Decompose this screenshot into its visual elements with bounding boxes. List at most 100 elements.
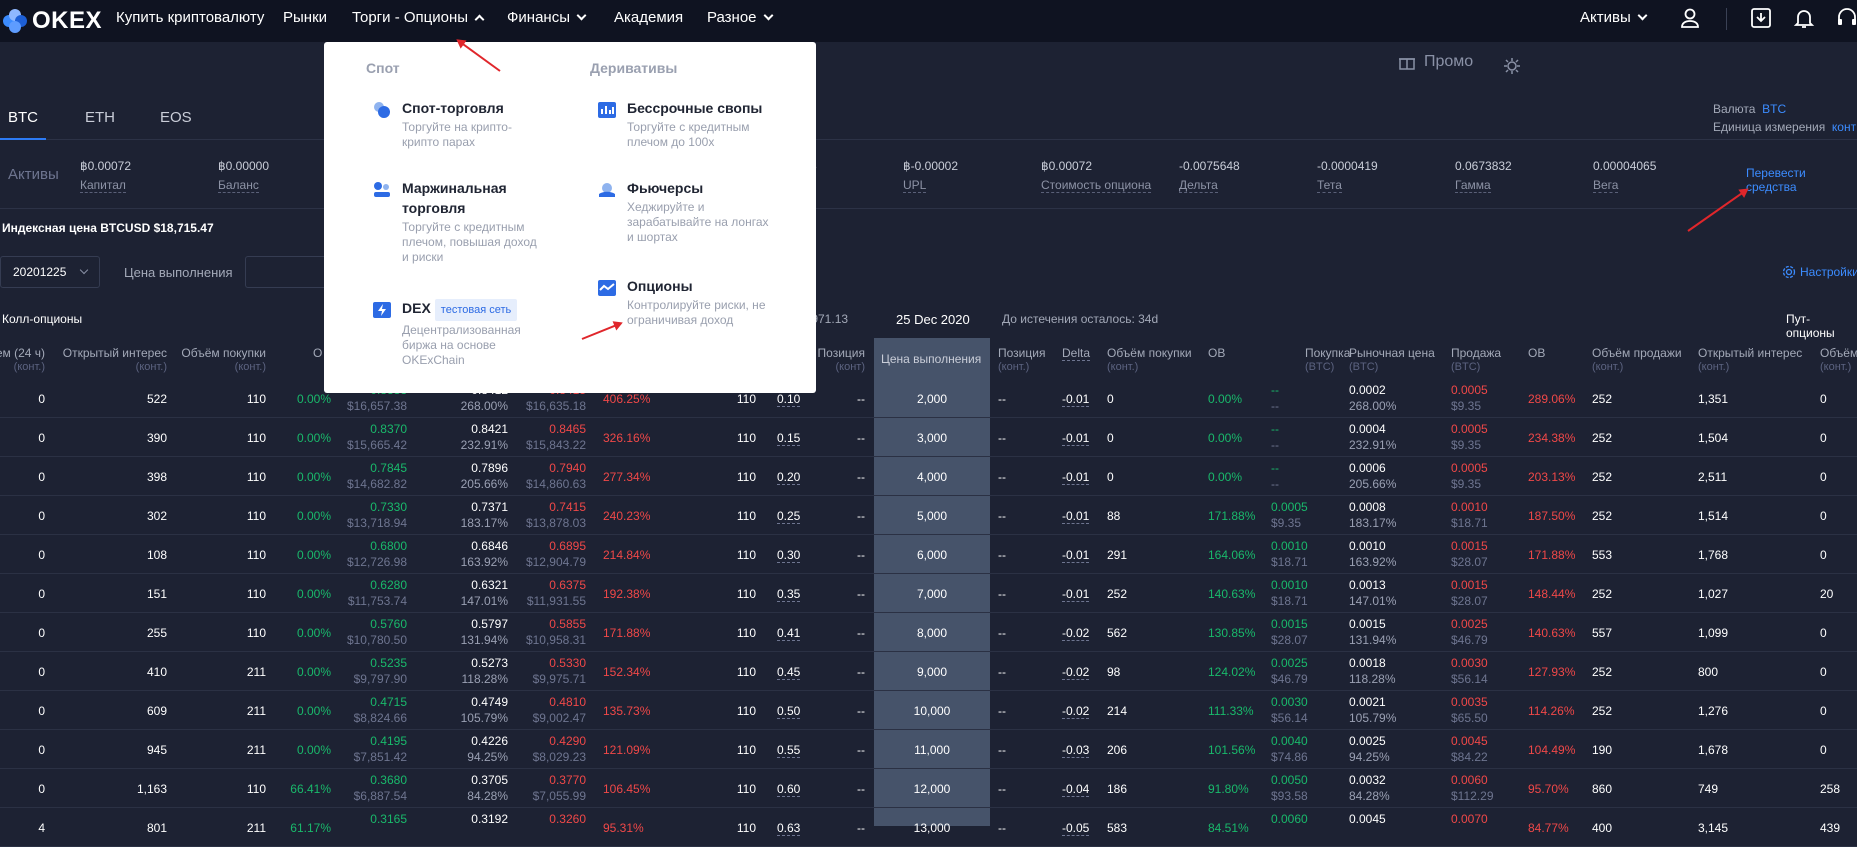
cell-p-mark[interactable]: 0.0013 147.01% <box>1349 577 1396 609</box>
download-icon[interactable] <box>1749 6 1773 30</box>
cell-bid[interactable]: 0.6280 $11,753.74 <box>348 577 407 609</box>
cell-ask[interactable]: 0.4810 $9,002.47 <box>533 694 586 726</box>
menu-item-dex[interactable]: DEX тестовая сеть Децентрализованная биржа… <box>373 298 521 368</box>
cell-p-ask[interactable]: 0.0005 $9.35 <box>1451 382 1488 414</box>
nav-more[interactable]: Разное <box>707 0 773 42</box>
nav-markets[interactable]: Рынки <box>283 0 327 42</box>
cell-p-mark[interactable]: 0.0004 232.91% <box>1349 421 1396 453</box>
cell-bid[interactable]: 0.5235 $9,797.90 <box>354 655 407 687</box>
cell-mark[interactable]: 0.8421 232.91% <box>461 421 508 453</box>
strike-filter-input[interactable] <box>245 256 325 288</box>
cell-p-ask[interactable]: 0.0015 $28.07 <box>1451 538 1488 570</box>
cell-p-mark[interactable]: 0.0045 <box>1349 811 1386 827</box>
cell-bid[interactable]: 0.4715 $8,824.66 <box>354 694 407 726</box>
promo-link[interactable]: Промо <box>1398 53 1473 71</box>
cell-ask[interactable]: 0.6895 $12,904.79 <box>526 538 586 570</box>
expiry-date-select[interactable]: 20201225 <box>0 256 100 288</box>
cell-strike[interactable]: 8,000 <box>874 626 990 640</box>
cell-ask[interactable]: 0.5330 $9,975.71 <box>533 655 586 687</box>
menu-item-margin-trading[interactable]: Маржинальная торговля Торгуйте с кредитны… <box>374 178 537 265</box>
cell-p-bid[interactable]: 0.0005 $9.35 <box>1271 499 1308 531</box>
table-row[interactable]: 0 410 211 0.00% 110 -- -- -0.02 98 124.02% 127.93%… <box>0 652 1857 691</box>
cell-p-bid[interactable]: 0.0010 $18.71 <box>1271 577 1308 609</box>
cell-p-bid[interactable]: 0.0015 $28.07 <box>1271 616 1308 648</box>
cell-p-mark[interactable]: 0.0018 118.28% <box>1349 655 1395 687</box>
cell-bid[interactable]: 0.4195 $7,851.42 <box>354 733 407 765</box>
cell-p-bid[interactable]: -- -- <box>1271 421 1279 453</box>
nav-buy-crypto[interactable]: Купить криптовалюту <box>116 0 264 42</box>
bell-icon[interactable] <box>1792 6 1816 30</box>
cell-mark[interactable]: 0.5797 131.94% <box>461 616 508 648</box>
cell-p-bid[interactable]: -- -- <box>1271 382 1279 414</box>
cell-p-bid[interactable]: 0.0025 $46.79 <box>1271 655 1308 687</box>
cell-p-mark[interactable]: 0.0021 105.79% <box>1349 694 1396 726</box>
user-icon[interactable] <box>1678 6 1702 30</box>
table-row[interactable]: 0 255 110 0.00% 110 -- -- -0.02 562 130.85% 140.63… <box>0 613 1857 652</box>
cell-p-mark[interactable]: 0.0008 183.17% <box>1349 499 1396 531</box>
table-row[interactable]: 0 522 110 0.00% 110 -- -- -0.01 0 0.00% 289.06% 252… <box>0 379 1857 418</box>
cell-ask[interactable]: 0.5855 $10,958.31 <box>526 616 586 648</box>
cell-p-ask[interactable]: 0.0030 $56.14 <box>1451 655 1488 687</box>
cell-p-mark[interactable]: 0.0010 163.92% <box>1349 538 1396 570</box>
table-row[interactable]: 0 1,163 110 66.41% 110 -- -- -0.04 186 91.80% 95.7… <box>0 769 1857 808</box>
menu-item-futures[interactable]: Фьючерсы Хеджируйте и зарабатывайте на ло… <box>599 178 769 245</box>
unit-value[interactable]: конт <box>1832 120 1856 134</box>
cell-mark[interactable]: 0.6321 147.01% <box>461 577 508 609</box>
cell-p-bid[interactable]: 0.0050 $93.58 <box>1271 772 1308 804</box>
cell-mark[interactable]: 0.4749 105.79% <box>461 694 508 726</box>
settings-button[interactable]: Настройки <box>1782 265 1857 279</box>
table-row[interactable]: 0 151 110 0.00% 110 -- -- -0.01 252 140.63% 148.44… <box>0 574 1857 613</box>
sun-theme-icon[interactable] <box>1503 57 1521 75</box>
cell-bid[interactable]: 0.7330 $13,718.94 <box>347 499 407 531</box>
cell-bid[interactable]: 0.7845 $14,682.82 <box>347 460 407 492</box>
cell-p-ask[interactable]: 0.0005 $9.35 <box>1451 421 1488 453</box>
menu-item-options[interactable]: Опционы Контролируйте риски, не ограничив… <box>598 276 766 328</box>
table-row[interactable]: 0 609 211 0.00% 110 -- -- -0.02 214 111.33% 114.26… <box>0 691 1857 730</box>
cell-strike[interactable]: 4,000 <box>874 470 990 484</box>
cell-p-bid[interactable]: -- -- <box>1271 460 1279 492</box>
cell-p-ask[interactable]: 0.0045 $84.22 <box>1451 733 1488 765</box>
cell-mark[interactable]: 0.3705 84.28% <box>467 772 508 804</box>
nav-trade-options[interactable]: Торги - Опционы <box>352 0 485 42</box>
cell-strike[interactable]: 12,000 <box>874 782 990 796</box>
tab-btc[interactable]: BTC <box>0 106 46 140</box>
cell-ask[interactable]: 0.3770 $7,055.99 <box>533 772 586 804</box>
cell-p-ask[interactable]: 0.0015 $28.07 <box>1451 577 1488 609</box>
cell-p-ask[interactable]: 0.0005 $9.35 <box>1451 460 1488 492</box>
table-row[interactable]: 4 801 211 61.17% 110 -- -- -0.05 583 84.51% 84.77%… <box>0 808 1857 847</box>
table-row[interactable]: 0 302 110 0.00% 110 -- -- -0.01 88 171.88% 187.50%… <box>0 496 1857 535</box>
cell-p-bid[interactable]: 0.0030 $56.14 <box>1271 694 1308 726</box>
cell-bid[interactable]: 0.6800 $12,726.98 <box>347 538 407 570</box>
cell-ask[interactable]: 0.7940 $14,860.63 <box>526 460 586 492</box>
cell-mark[interactable]: 0.7371 183.17% <box>461 499 508 531</box>
nav-assets[interactable]: Активы <box>1580 0 1648 42</box>
cell-ask[interactable]: 0.4290 $8,029.23 <box>533 733 586 765</box>
cell-strike[interactable]: 2,000 <box>874 392 990 406</box>
tab-eos[interactable]: EOS <box>160 106 192 140</box>
headset-icon[interactable] <box>1835 6 1857 30</box>
cell-strike[interactable]: 3,000 <box>874 431 990 445</box>
cell-p-mark[interactable]: 0.0006 205.66% <box>1349 460 1396 492</box>
table-row[interactable]: 0 945 211 0.00% 110 -- -- -0.03 206 101.56% 104.49… <box>0 730 1857 769</box>
menu-item-perpetual-swaps[interactable]: Бессрочные свопы Торгуйте с кредитным пле… <box>598 98 762 150</box>
cell-strike[interactable]: 10,000 <box>874 704 990 718</box>
cell-p-ask[interactable]: 0.0060 $112.29 <box>1451 772 1494 804</box>
cell-strike[interactable]: 11,000 <box>874 743 990 757</box>
cell-p-ask[interactable]: 0.0035 $65.50 <box>1451 694 1488 726</box>
cell-ask[interactable]: 0.7415 $13,878.03 <box>526 499 586 531</box>
cell-mark[interactable]: 0.5273 118.28% <box>462 655 508 687</box>
cell-strike[interactable]: 13,000 <box>874 821 990 835</box>
nav-finance[interactable]: Финансы <box>507 0 587 42</box>
transfer-funds-link[interactable]: Перевести средства <box>1746 166 1857 194</box>
menu-item-spot-trading[interactable]: Спот-торговля Торгуйте на крипто-крипто … <box>374 98 512 150</box>
cell-p-bid[interactable]: 0.0060 <box>1271 811 1308 827</box>
cell-ask[interactable]: 0.8465 $15,843.22 <box>526 421 586 453</box>
cell-mark[interactable]: 0.3192 <box>471 811 508 827</box>
tab-eth[interactable]: ETH <box>85 106 115 140</box>
cell-mark[interactable]: 0.7896 205.66% <box>461 460 508 492</box>
cell-p-bid[interactable]: 0.0010 $18.71 <box>1271 538 1308 570</box>
cell-strike[interactable]: 9,000 <box>874 665 990 679</box>
cell-bid[interactable]: 0.3680 $6,887.54 <box>354 772 407 804</box>
table-row[interactable]: 0 398 110 0.00% 110 -- -- -0.01 0 0.00% 203.13% 252… <box>0 457 1857 496</box>
cell-bid[interactable]: 0.8370 $15,665.42 <box>347 421 407 453</box>
